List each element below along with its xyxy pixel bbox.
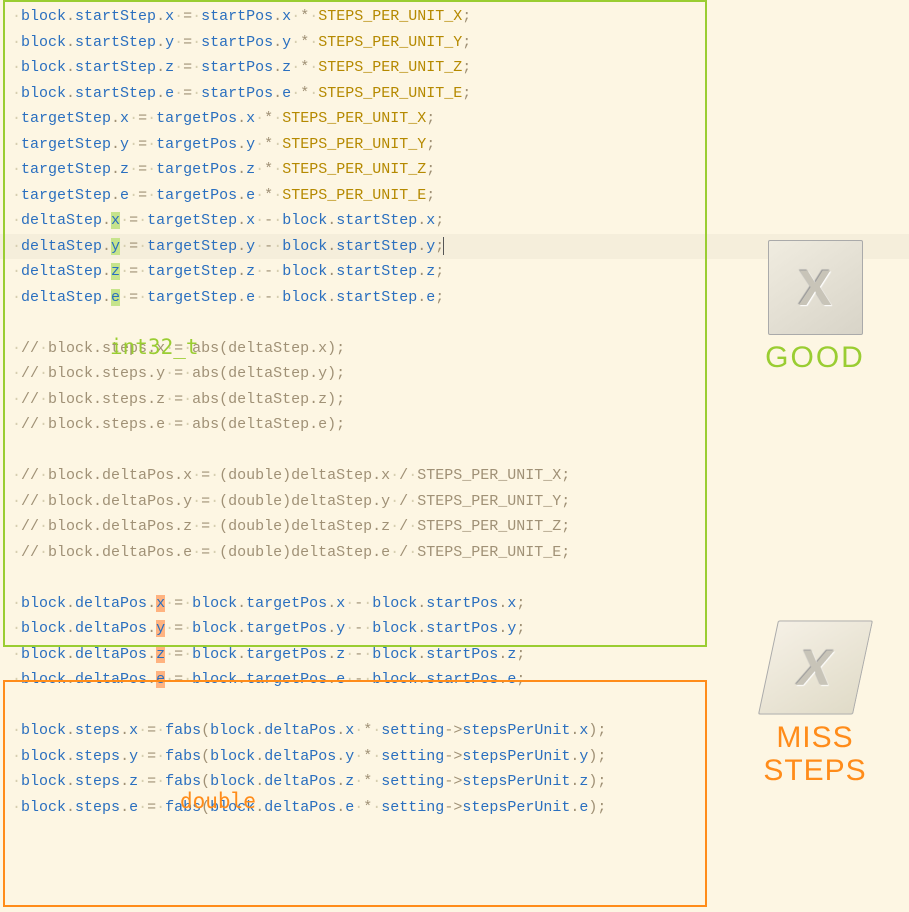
good-label: GOOD xyxy=(735,341,895,375)
code-comment-line: ·//·block.deltaPos.y·=·(double)deltaStep… xyxy=(0,489,909,515)
code-line: ·block.startStep.e·=·startPos.e·*·STEPS_… xyxy=(0,81,909,107)
bad-print-photo: X xyxy=(758,620,873,714)
code-comment-line: ·//·block.deltaPos.z·=·(double)deltaStep… xyxy=(0,514,909,540)
code-line: ·targetStep.e·=·targetPos.e·*·STEPS_PER_… xyxy=(0,183,909,209)
code-line: ·block.startStep.x·=·startPos.x·*·STEPS_… xyxy=(0,4,909,30)
code-line: ·targetStep.z·=·targetPos.z·*·STEPS_PER_… xyxy=(0,157,909,183)
bad-label: MISSSTEPS xyxy=(735,721,895,787)
bad-result-panel: X MISSSTEPS xyxy=(735,620,895,787)
code-line: ·block.startStep.z·=·startPos.z·*·STEPS_… xyxy=(0,55,909,81)
code-comment-line: ·//·block.deltaPos.x·=·(double)deltaStep… xyxy=(0,463,909,489)
code-comment-line: ·//·block.steps.e·=·abs(deltaStep.e); xyxy=(0,412,909,438)
code-line: ·block.deltaPos.x·=·block.targetPos.x·-·… xyxy=(0,591,909,617)
code-line: ·targetStep.x·=·targetPos.x·*·STEPS_PER_… xyxy=(0,106,909,132)
good-print-photo: X xyxy=(768,240,863,335)
code-comment-line: ·//·block.steps.z·=·abs(deltaStep.z); xyxy=(0,387,909,413)
code-line: ·block.startStep.y·=·startPos.y·*·STEPS_… xyxy=(0,30,909,56)
code-line: ·targetStep.y·=·targetPos.y·*·STEPS_PER_… xyxy=(0,132,909,158)
code-line: ·deltaStep.x·=·targetStep.x·-·block.star… xyxy=(0,208,909,234)
good-result-panel: X GOOD xyxy=(735,240,895,375)
code-line: ·block.steps.e·=·fabs(block.deltaPos.e·*… xyxy=(0,795,909,821)
code-comment-line: ·//·block.deltaPos.e·=·(double)deltaStep… xyxy=(0,540,909,566)
